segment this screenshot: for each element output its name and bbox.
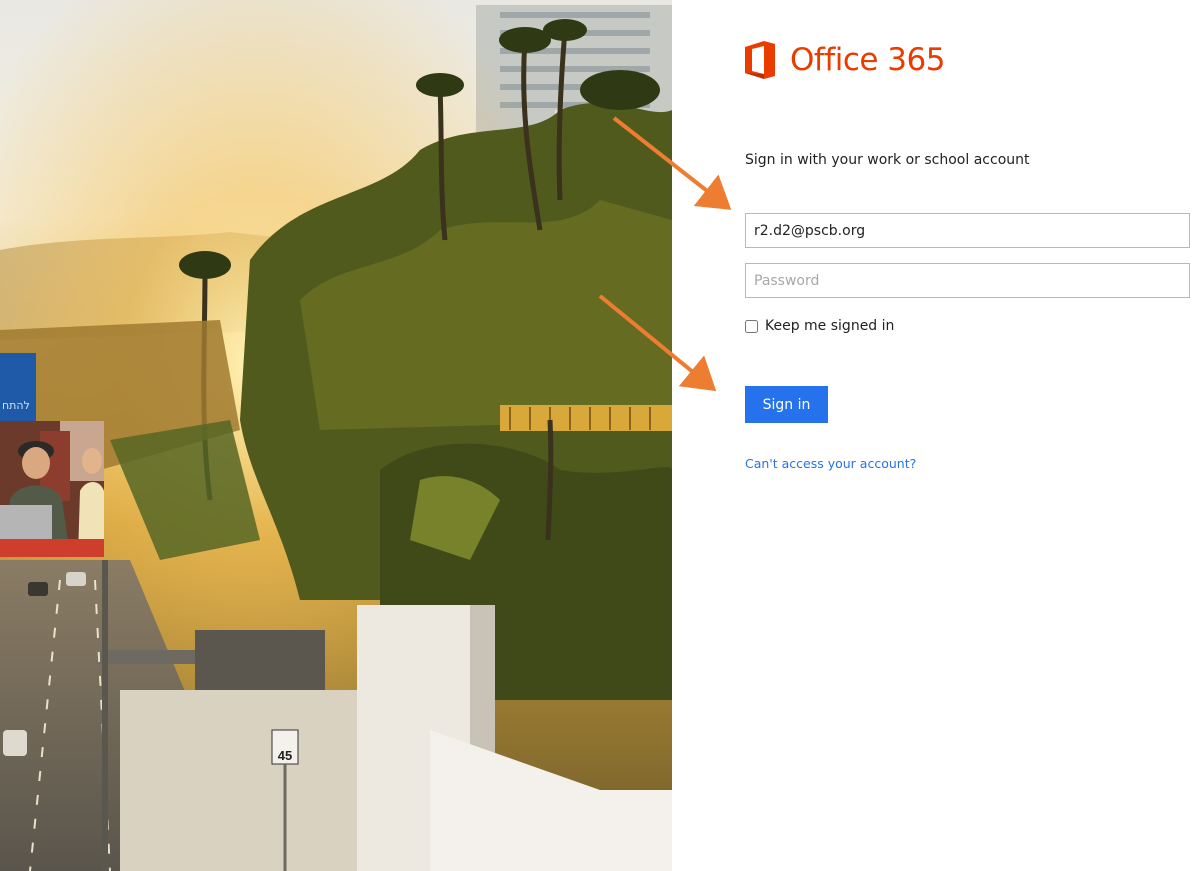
keep-signed-in-label: Keep me signed in — [765, 318, 895, 334]
password-field[interactable] — [745, 263, 1190, 298]
promo-tile-text: להתח — [2, 399, 30, 412]
hero-background-photo: 45 להתח — [0, 0, 672, 871]
signin-heading: Sign in with your work or school account — [745, 152, 1030, 168]
cant-access-link[interactable]: Can't access your account? — [745, 456, 916, 471]
promo-tile: להתח — [0, 353, 36, 427]
signin-button[interactable]: Sign in — [745, 386, 828, 423]
email-field[interactable] — [745, 213, 1190, 248]
keep-signed-in-checkbox[interactable] — [745, 319, 758, 333]
office-brand: Office 365 — [742, 40, 945, 80]
brand-name: Office 365 — [790, 42, 945, 78]
keep-signed-in[interactable]: Keep me signed in — [745, 318, 894, 334]
promo-people-photo — [0, 421, 104, 557]
svg-text:45: 45 — [278, 748, 292, 763]
office-logo-icon — [745, 41, 775, 79]
